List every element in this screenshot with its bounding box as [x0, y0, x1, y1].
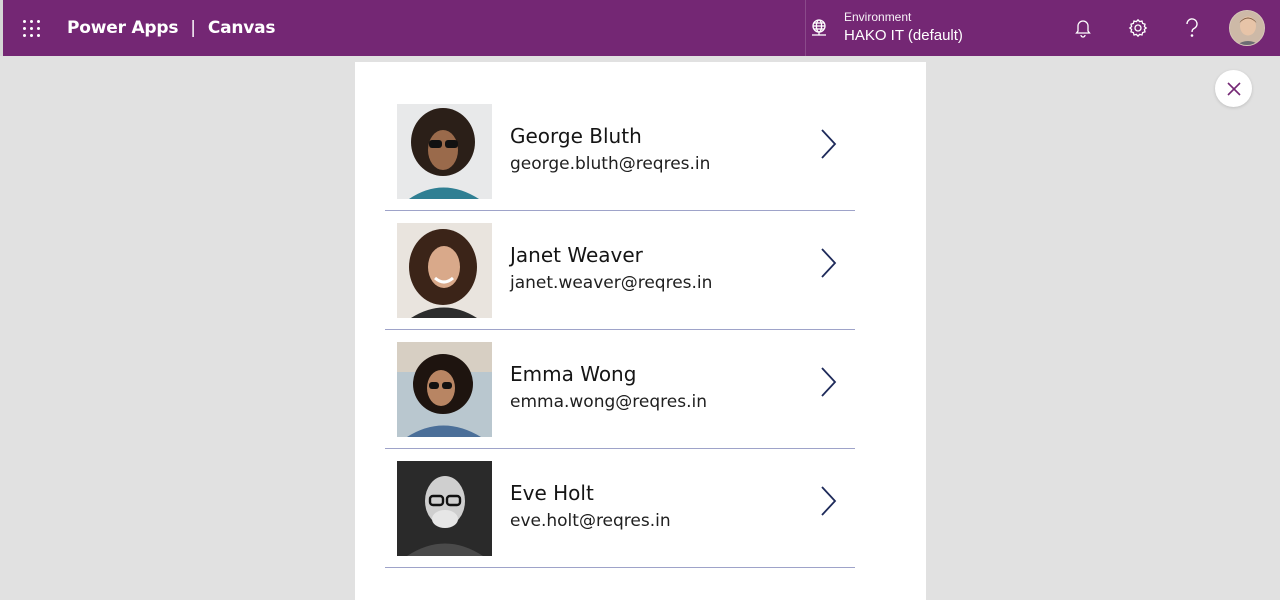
user-email: janet.weaver@reqres.in	[510, 273, 713, 293]
user-name: Emma Wong	[510, 362, 637, 386]
gallery-row[interactable]: Emma Wong emma.wong@reqres.in	[385, 330, 855, 449]
user-name: George Bluth	[510, 124, 642, 148]
environment-value: HAKO IT (default)	[844, 27, 963, 45]
app-launcher-icon	[22, 19, 40, 37]
brand-separator: |	[190, 18, 196, 38]
bell-icon	[1075, 20, 1091, 38]
settings-button[interactable]	[1124, 14, 1152, 42]
user-gallery: George Bluth george.bluth@reqres.in Jane…	[385, 92, 855, 568]
chevron-right-icon[interactable]	[817, 245, 839, 281]
user-email: eve.holt@reqres.in	[510, 511, 671, 531]
gallery-row[interactable]: Eve Holt eve.holt@reqres.in	[385, 449, 855, 568]
app-launcher-button[interactable]	[3, 0, 59, 56]
user-photo	[397, 461, 492, 556]
user-name: Janet Weaver	[510, 243, 643, 267]
user-email: emma.wong@reqres.in	[510, 392, 707, 412]
question-icon	[1186, 18, 1198, 37]
chevron-right-icon[interactable]	[817, 483, 839, 519]
top-bar: Power Apps | Canvas Environment HAKO IT …	[0, 0, 1280, 56]
user-photo	[397, 104, 492, 199]
close-button[interactable]	[1215, 70, 1252, 107]
user-name: Eve Holt	[510, 481, 594, 505]
gear-icon	[1128, 18, 1148, 38]
app-name: Power Apps	[67, 18, 179, 38]
app-canvas: George Bluth george.bluth@reqres.in Jane…	[355, 62, 926, 600]
gallery-row[interactable]: Janet Weaver janet.weaver@reqres.in	[385, 211, 855, 330]
gallery-row[interactable]: George Bluth george.bluth@reqres.in	[385, 92, 855, 211]
globe-icon	[806, 18, 832, 38]
notifications-button[interactable]	[1069, 14, 1097, 42]
chevron-right-icon[interactable]	[817, 126, 839, 162]
help-button[interactable]	[1178, 14, 1206, 42]
app-mode: Canvas	[207, 18, 276, 38]
chevron-right-icon[interactable]	[817, 364, 839, 400]
user-email: george.bluth@reqres.in	[510, 154, 711, 174]
brand-title[interactable]: Power Apps | Canvas	[67, 18, 276, 38]
environment-picker[interactable]: Environment HAKO IT (default)	[805, 0, 1051, 56]
user-photo	[397, 223, 492, 318]
environment-label: Environment	[844, 10, 912, 25]
user-avatar[interactable]	[1229, 10, 1265, 46]
close-icon	[1226, 81, 1241, 96]
user-photo	[397, 342, 492, 437]
